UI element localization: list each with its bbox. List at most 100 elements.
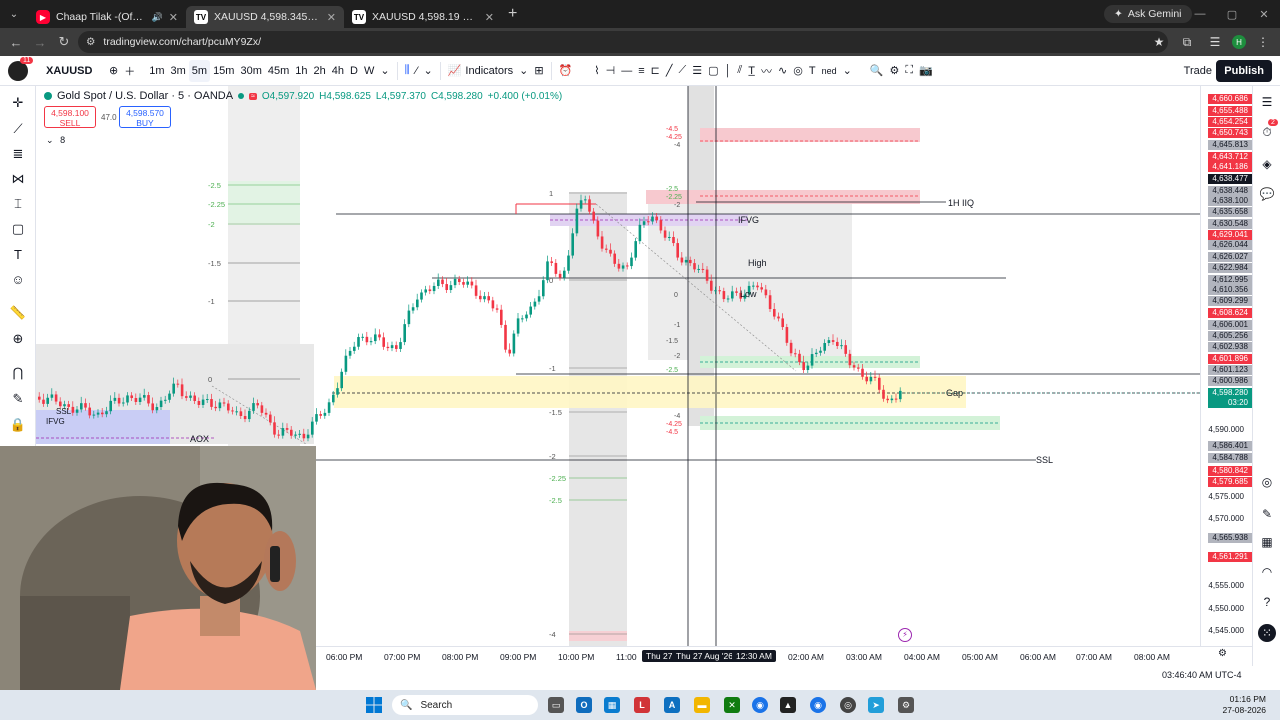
- time-axis[interactable]: 06:00 PM 07:00 PM 08:00 PM 09:00 PM 10:00 PM…: [316, 646, 1252, 666]
- outlook-icon[interactable]: O: [576, 697, 592, 713]
- pattern-icon[interactable]: ⌇: [591, 60, 602, 82]
- crosshair-icon[interactable]: ✛: [9, 94, 27, 112]
- lock-drawings-icon[interactable]: ✎: [9, 390, 27, 408]
- pattern-tool-icon[interactable]: ⋈: [9, 170, 27, 188]
- price-axis[interactable]: 4,660.686 4,655.488 4,654.254 4,650.743 4,64…: [1200, 86, 1252, 666]
- replay-icon[interactable]: ⚡: [898, 628, 912, 642]
- file-explorer-icon[interactable]: ▬: [694, 697, 710, 713]
- text-label-icon[interactable]: T: [806, 60, 819, 82]
- app-a-icon[interactable]: A: [664, 697, 680, 713]
- timeframe-2h[interactable]: 2h: [311, 60, 329, 82]
- timeframe-5m[interactable]: 5m: [188, 59, 211, 82]
- fullscreen-icon[interactable]: ⛶: [902, 60, 916, 82]
- axis-settings-icon[interactable]: ⚙: [1218, 648, 1227, 659]
- symbol-title[interactable]: Gold Spot / U.S. Dollar · 5 · OANDA: [57, 90, 233, 102]
- streams-icon[interactable]: ◠: [1259, 564, 1275, 580]
- browser-tab-xauusd-1[interactable]: TV XAUUSD 4,598.345 ▲ +0.08% U ✕: [186, 6, 344, 28]
- add-symbol-icon[interactable]: ＋: [121, 60, 138, 82]
- alerts-icon[interactable]: ⏱ 2: [1259, 119, 1278, 140]
- watchlist-icon[interactable]: ☰: [1259, 94, 1275, 110]
- snapshot-icon[interactable]: 📷: [916, 60, 936, 82]
- site-info-icon[interactable]: ⚙: [86, 36, 95, 48]
- crossline-tool-icon[interactable]: ⊣: [603, 60, 619, 82]
- back-icon[interactable]: ←: [4, 30, 28, 54]
- line-chart-type-icon[interactable]: ⁄: [413, 60, 421, 82]
- close-tab-icon[interactable]: ✕: [169, 11, 178, 24]
- buy-button[interactable]: 4,598.570 BUY: [119, 106, 171, 128]
- settings-gear-icon[interactable]: ⚙: [898, 697, 914, 713]
- forward-icon[interactable]: →: [28, 30, 52, 54]
- minimize-icon[interactable]: —: [1184, 0, 1216, 28]
- timeframe-45m[interactable]: 45m: [265, 60, 292, 82]
- rectangle-tool-icon[interactable]: ▢: [705, 60, 721, 82]
- parallel-channel-icon[interactable]: ⫽: [734, 60, 745, 82]
- chat-icon[interactable]: 💬: [1259, 186, 1275, 202]
- ray-tool-icon[interactable]: ⟋: [676, 60, 690, 82]
- horizontal-ray-icon[interactable]: ≡: [635, 60, 647, 82]
- new-tab-button[interactable]: +: [508, 5, 517, 23]
- taskbar-search[interactable]: 🔍 Search: [392, 695, 538, 715]
- alert-icon[interactable]: ⏰: [556, 60, 576, 82]
- more-tools-dropdown-icon[interactable]: ⌄: [840, 60, 855, 82]
- text-tool-icon[interactable]: T̲: [745, 60, 758, 82]
- chrome-icon[interactable]: ◉: [752, 697, 768, 713]
- indicators-button[interactable]: 📈 Indicators: [445, 60, 516, 82]
- reload-icon[interactable]: ↻: [52, 30, 76, 54]
- indicators-collapse[interactable]: ⌄ 8: [46, 135, 65, 146]
- windows-start-icon[interactable]: [366, 697, 382, 713]
- timeframe-30m[interactable]: 30m: [237, 60, 264, 82]
- vertical-line-icon[interactable]: │: [721, 60, 734, 82]
- xbox-icon[interactable]: ✕: [724, 697, 740, 713]
- calendar-icon[interactable]: ▦: [1259, 534, 1275, 550]
- candles-chart-type-icon[interactable]: ⫼: [402, 60, 413, 82]
- browser-tab-youtube[interactable]: ▶ Chaap Tilak -(Official Video 🔊 ✕: [28, 6, 186, 28]
- lock-icon[interactable]: 🔒: [9, 416, 27, 434]
- timeframe-W[interactable]: W: [361, 60, 377, 82]
- trend-line-icon[interactable]: ⟋: [9, 120, 27, 138]
- ruler-icon[interactable]: 📏: [9, 304, 27, 322]
- horizontal-line-icon[interactable]: —: [618, 60, 635, 82]
- ask-gemini-button[interactable]: ✦ Ask Gemini: [1104, 5, 1192, 23]
- url-input[interactable]: ⚙ tradingview.com/chart/pcuMY9Zx/: [78, 31, 1168, 53]
- task-view-icon[interactable]: ▭: [548, 697, 564, 713]
- timeframe-1h[interactable]: 1h: [292, 60, 310, 82]
- close-tab-icon[interactable]: ✕: [327, 11, 336, 24]
- reading-list-icon[interactable]: ☰: [1204, 31, 1226, 53]
- timeframe-1m[interactable]: 1m: [146, 60, 167, 82]
- telegram-icon[interactable]: ➤: [868, 697, 884, 713]
- bookmark-star-icon[interactable]: ★: [1148, 31, 1170, 53]
- indicators-dropdown-icon[interactable]: ⌄: [516, 60, 531, 82]
- layers-icon[interactable]: ◈: [1259, 156, 1275, 172]
- path-tool-icon[interactable]: 〰: [758, 60, 775, 82]
- timeframe-4h[interactable]: 4h: [329, 60, 347, 82]
- extensions-icon[interactable]: ⧉: [1176, 31, 1198, 53]
- circle-tool-icon[interactable]: ◎: [790, 60, 806, 82]
- user-avatar[interactable]: 11: [8, 56, 34, 81]
- fib-tool-icon[interactable]: ☰: [689, 60, 705, 82]
- compare-symbol-icon[interactable]: ⊕: [106, 60, 121, 82]
- utc-clock[interactable]: 03:46:40 AM UTC-4: [1162, 670, 1242, 680]
- trade-button[interactable]: Trade: [1178, 60, 1218, 82]
- more-tools-label[interactable]: ned: [819, 60, 840, 82]
- magnet-icon[interactable]: ⋂: [9, 364, 27, 382]
- symbol-search[interactable]: XAUUSD: [46, 65, 106, 77]
- close-tab-icon[interactable]: ✕: [485, 11, 494, 24]
- timeframe-3m[interactable]: 3m: [168, 60, 189, 82]
- close-window-icon[interactable]: ✕: [1248, 0, 1280, 28]
- zoom-icon[interactable]: 🔍: [867, 60, 887, 82]
- curve-tool-icon[interactable]: ∿: [775, 60, 790, 82]
- app-triangle-icon[interactable]: ▲: [780, 697, 796, 713]
- timeframe-D[interactable]: D: [347, 60, 361, 82]
- profile-avatar[interactable]: H: [1232, 35, 1246, 49]
- settings-icon[interactable]: ⚙: [887, 60, 903, 82]
- timeframe-15m[interactable]: 15m: [210, 60, 237, 82]
- text-tool-icon[interactable]: T: [9, 245, 27, 263]
- ideas-icon[interactable]: ✎: [1259, 506, 1275, 522]
- system-clock[interactable]: 01:16 PM 27-08-2026: [1223, 694, 1266, 716]
- chart-type-dropdown-icon[interactable]: ⌄: [421, 60, 436, 82]
- maximize-icon[interactable]: ▢: [1216, 0, 1248, 28]
- chrome-2-icon[interactable]: ◉: [810, 697, 826, 713]
- fib-retracement-icon[interactable]: ≣: [9, 145, 27, 163]
- store-icon[interactable]: ▦: [604, 697, 620, 713]
- help-icon[interactable]: ?: [1259, 594, 1275, 610]
